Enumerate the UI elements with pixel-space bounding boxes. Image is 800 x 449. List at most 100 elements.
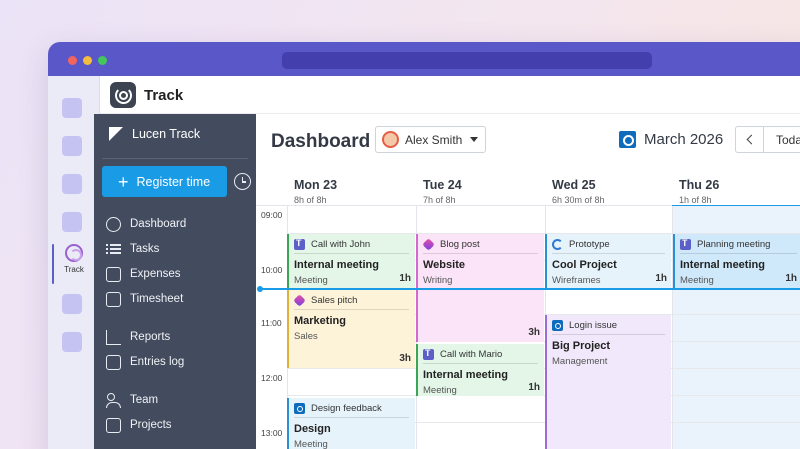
event-source: Sales pitch (311, 295, 358, 306)
calendar-event[interactable]: Design feedback Design Meeting (287, 398, 415, 449)
calendar-clock-icon (106, 216, 121, 232)
brand-label: Lucen Track (132, 127, 201, 141)
rail-app-icon[interactable] (62, 294, 82, 314)
sidebar-item-label: Dashboard (130, 218, 187, 230)
event-title: Cool Project (552, 259, 617, 271)
rail-app-icon[interactable] (62, 332, 82, 352)
event-title: Internal meeting (294, 259, 379, 271)
loop-icon (552, 239, 563, 250)
event-source: Blog post (440, 239, 480, 250)
track-logo-icon (110, 82, 136, 108)
event-duration: 3h (528, 327, 540, 338)
event-source: Design feedback (311, 403, 382, 414)
day-total: 6h 30m of 8h (552, 195, 605, 205)
sidebar: Lucen Track + Register time Dashboard Ta… (94, 114, 256, 449)
projects-icon (106, 417, 121, 433)
previous-week-button[interactable] (735, 126, 763, 153)
event-title: Internal meeting (423, 369, 508, 381)
maximize-window-button[interactable] (98, 56, 107, 65)
calendar-event[interactable]: Sales pitch Marketing Sales 3h (287, 290, 415, 368)
sidebar-item-timesheet[interactable]: Timesheet (106, 290, 183, 308)
sidebar-item-tasks[interactable]: Tasks (106, 240, 159, 258)
outlook-icon (294, 403, 305, 414)
team-icon (106, 392, 121, 408)
calendar-event[interactable]: Call with John Internal meeting Meeting … (287, 234, 415, 288)
event-tag: Management (552, 356, 608, 367)
day-total: 8h of 8h (294, 195, 327, 205)
page-title: Dashboard (271, 131, 371, 152)
address-bar[interactable] (282, 52, 652, 69)
event-source: Call with John (311, 239, 371, 250)
day-total: 1h of 8h (679, 195, 712, 205)
event-source: Prototype (569, 239, 610, 250)
event-tag: Sales (294, 331, 318, 342)
event-duration: 1h (528, 382, 540, 393)
rail-app-icon[interactable] (62, 212, 82, 232)
hour-label: 12:00 (261, 373, 283, 383)
outlook-icon (552, 320, 563, 331)
rail-app-icon[interactable] (62, 98, 82, 118)
register-time-button[interactable]: + Register time (102, 166, 227, 197)
event-duration: 3h (399, 353, 411, 364)
clock-icon[interactable] (234, 173, 251, 190)
sidebar-item-expenses[interactable]: Expenses (106, 265, 181, 283)
current-time-line (260, 288, 800, 290)
user-select[interactable]: Alex Smith (375, 126, 486, 153)
sidebar-item-entries-log[interactable]: Entries log (106, 353, 184, 371)
day-header-thu: Thu 26 1h of 8h (679, 178, 719, 205)
hour-label: 13:00 (261, 428, 283, 438)
rail-track-app[interactable]: Track (54, 244, 94, 274)
sidebar-item-team[interactable]: Team (106, 391, 158, 409)
sidebar-item-label: Projects (130, 419, 172, 431)
teams-app-rail: Track (48, 76, 100, 449)
day-header-mon: Mon 23 8h of 8h (294, 178, 337, 205)
chevron-left-icon (746, 134, 756, 145)
sidebar-item-label: Entries log (130, 356, 185, 368)
event-duration: 1h (399, 273, 411, 284)
hour-label: 11:00 (261, 318, 282, 328)
event-tag: Meeting (423, 385, 457, 396)
entries-log-icon (106, 354, 121, 370)
event-title: Design (294, 423, 331, 435)
rail-track-label: Track (64, 265, 84, 274)
app-title: Track (144, 87, 184, 104)
caret-down-icon (470, 137, 478, 142)
month-label: March 2026 (644, 131, 724, 148)
calendar-event[interactable]: Login issue Big Project Management (545, 315, 671, 449)
event-source: Call with Mario (440, 349, 503, 360)
brand: Lucen Track (108, 126, 200, 142)
sidebar-item-reports[interactable]: Reports (106, 328, 170, 346)
sidebar-item-projects[interactable]: Projects (106, 416, 172, 434)
event-title: Website (423, 259, 465, 271)
event-duration: 1h (785, 273, 797, 284)
day-name: Wed 25 (552, 178, 596, 192)
calendar-event[interactable]: Call with Mario Internal meeting Meeting… (416, 344, 544, 396)
calendar-grid[interactable]: 09:00 10:00 11:00 12:00 13:00 Call with … (256, 206, 800, 449)
track-app-icon (65, 244, 83, 262)
close-window-button[interactable] (68, 56, 77, 65)
teams-icon (680, 238, 691, 250)
sidebar-item-dashboard[interactable]: Dashboard (106, 215, 186, 233)
app-header: Track (100, 76, 800, 114)
sidebar-item-label: Timesheet (130, 293, 184, 305)
teams-icon (423, 348, 434, 360)
event-source: Planning meeting (697, 239, 771, 250)
dashboard-main: Dashboard Alex Smith March 2026 Toda Mon… (256, 114, 800, 449)
viva-icon (293, 294, 306, 307)
wallet-icon (106, 266, 121, 282)
today-button[interactable]: Toda (763, 126, 800, 153)
divider (102, 158, 248, 159)
rail-app-icon[interactable] (62, 174, 82, 194)
rail-app-icon[interactable] (62, 136, 82, 156)
day-name: Mon 23 (294, 178, 338, 192)
day-name: Tue 24 (423, 178, 462, 192)
day-total: 7h of 8h (423, 195, 456, 205)
event-tag: Meeting (294, 439, 328, 449)
day-header-wed: Wed 25 6h 30m of 8h (552, 178, 605, 205)
event-title: Internal meeting (680, 259, 765, 271)
outlook-calendar-icon (619, 131, 636, 148)
calendar-event[interactable]: Prototype Cool Project Wireframes 1h (545, 234, 671, 288)
minimize-window-button[interactable] (83, 56, 92, 65)
sidebar-item-label: Reports (130, 331, 171, 343)
calendar-event[interactable]: Planning meeting Internal meeting Meetin… (673, 234, 800, 288)
